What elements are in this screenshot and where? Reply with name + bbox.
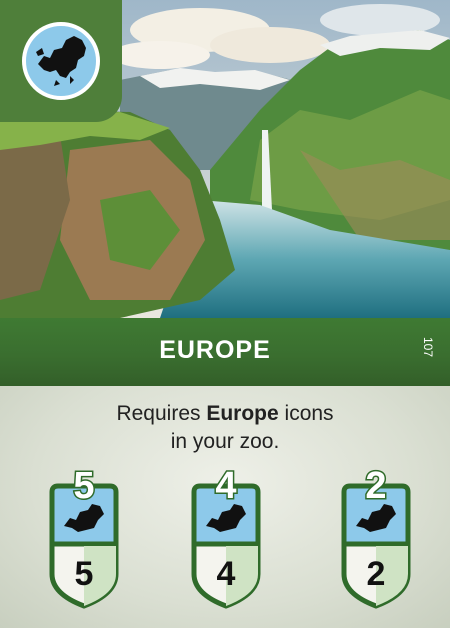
tier-bottom-number: 4 <box>216 555 236 593</box>
tier-bottom-number: 2 <box>366 555 386 593</box>
region-globe <box>22 22 100 100</box>
title-banner: EUROPE 107 <box>0 318 450 386</box>
tier-badge: 5 5 <box>44 465 124 626</box>
card-title: EUROPE <box>159 336 271 364</box>
requirement-line2: in your zoo. <box>170 430 280 453</box>
tier-top-number: 2 <box>364 465 388 508</box>
requirement-bold: Europe <box>206 402 279 425</box>
europe-continent-icon <box>36 36 86 86</box>
tier-top-number: 5 <box>72 465 96 508</box>
tier-badge: 4 4 <box>186 465 266 626</box>
tier-badge: 2 2 <box>336 465 416 626</box>
requirement-suffix: icons <box>278 402 334 425</box>
region-icon-panel <box>0 0 122 122</box>
requirement-text: Requires Europe icons in your zoo. <box>0 400 450 456</box>
tier-bottom-number: 5 <box>74 555 94 593</box>
card-body: Requires Europe icons in your zoo. 5 5 4 <box>0 386 450 628</box>
card: EUROPE 107 Requires Europe icons in your… <box>0 0 450 628</box>
card-number: 107 <box>420 336 435 358</box>
requirement-prefix: Requires <box>116 402 207 425</box>
tier-top-number: 4 <box>214 465 238 508</box>
